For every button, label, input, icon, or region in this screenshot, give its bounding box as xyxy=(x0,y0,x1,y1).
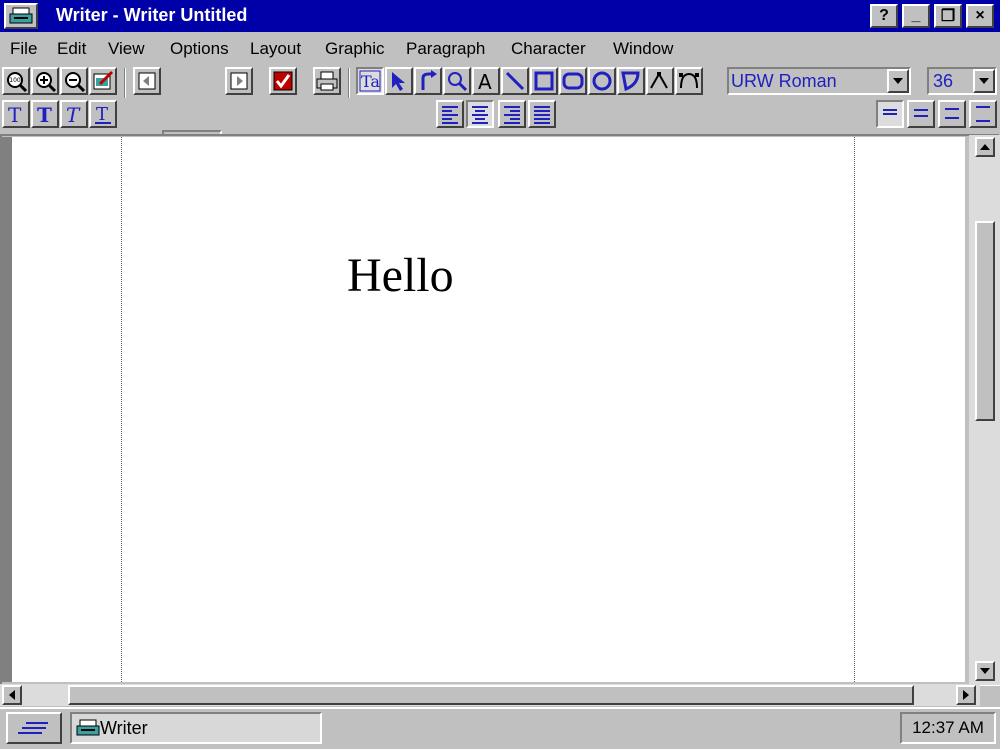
bold-icon[interactable]: T xyxy=(31,100,59,128)
line-spacing-double-icon[interactable] xyxy=(938,100,966,128)
justify-icon[interactable] xyxy=(528,100,556,128)
toolbar-separator xyxy=(348,68,350,98)
svg-text:T: T xyxy=(8,103,22,125)
font-size-dropdown[interactable]: 36 xyxy=(927,67,997,95)
rotate-icon[interactable] xyxy=(414,67,442,95)
text-tool-icon[interactable]: Ta xyxy=(356,67,384,95)
svg-text:T: T xyxy=(66,103,81,125)
line-tool-icon[interactable] xyxy=(501,67,529,95)
title-bar[interactable]: Writer - Writer Untitled ? _ ❐ × xyxy=(0,0,1000,32)
vertical-scroll-thumb[interactable] xyxy=(975,221,995,421)
help-button[interactable]: ? xyxy=(870,4,898,28)
taskbar-task-writer[interactable]: Writer xyxy=(70,712,322,744)
align-right-icon[interactable] xyxy=(498,100,526,128)
line-spacing-single-icon[interactable] xyxy=(876,100,904,128)
pointer-icon[interactable] xyxy=(385,67,413,95)
line-spacing-one-half-icon[interactable] xyxy=(907,100,935,128)
plain-text-icon[interactable]: T xyxy=(2,100,30,128)
zoom-100-icon[interactable]: 100 xyxy=(2,67,30,95)
print-icon[interactable] xyxy=(313,67,341,95)
vertical-scrollbar[interactable] xyxy=(969,135,1000,685)
line-spacing-triple-icon[interactable] xyxy=(969,100,997,128)
page-left-edge xyxy=(2,137,12,682)
close-button[interactable]: × xyxy=(966,4,994,28)
left-margin-guide xyxy=(121,137,122,682)
minimize-button[interactable]: _ xyxy=(902,4,930,28)
menu-layout[interactable]: Layout xyxy=(250,39,301,59)
align-center-icon[interactable] xyxy=(466,100,494,128)
app-menu-icon[interactable] xyxy=(4,3,38,29)
next-page-icon[interactable] xyxy=(225,67,253,95)
underline-icon[interactable]: T xyxy=(89,100,117,128)
document-page[interactable] xyxy=(12,137,965,682)
taskbar-task-label: Writer xyxy=(100,718,148,738)
bezier-tool-icon[interactable] xyxy=(675,67,703,95)
polyline-tool-icon[interactable] xyxy=(646,67,674,95)
main-toolbar: 100 1 Ta A xyxy=(0,64,1000,160)
start-button[interactable] xyxy=(6,712,62,744)
svg-text:A: A xyxy=(478,70,492,92)
previous-page-icon[interactable] xyxy=(133,67,161,95)
font-name-dropdown[interactable]: URW Roman xyxy=(727,67,911,95)
scroll-down-button[interactable] xyxy=(975,661,995,681)
horizontal-scroll-thumb[interactable] xyxy=(68,685,914,705)
zoom-out-icon[interactable] xyxy=(60,67,88,95)
taskbar-clock: 12:37 AM xyxy=(900,712,996,744)
menu-edit[interactable]: Edit xyxy=(57,39,86,59)
svg-text:T: T xyxy=(96,104,108,125)
chevron-down-icon[interactable] xyxy=(887,69,909,93)
font-name-value: URW Roman xyxy=(731,71,837,91)
menu-window[interactable]: Window xyxy=(613,39,673,59)
svg-text:T: T xyxy=(37,103,52,125)
svg-text:100: 100 xyxy=(9,77,21,84)
spell-check-icon[interactable] xyxy=(269,67,297,95)
text-frame-icon[interactable]: A xyxy=(472,67,500,95)
rounded-rectangle-tool-icon[interactable] xyxy=(559,67,587,95)
chevron-down-icon[interactable] xyxy=(973,69,995,93)
arc-tool-icon[interactable] xyxy=(617,67,645,95)
start-menu-icon xyxy=(18,722,48,734)
align-left-icon[interactable] xyxy=(436,100,464,128)
menu-character[interactable]: Character xyxy=(511,39,586,59)
format-toolbar: T T T T xyxy=(0,98,1000,132)
document-text[interactable]: Hello xyxy=(347,248,454,303)
svg-text:Ta: Ta xyxy=(361,72,380,91)
toolbar-separator xyxy=(124,68,126,98)
zoom-in-icon[interactable] xyxy=(31,67,59,95)
restore-button[interactable]: ❐ xyxy=(934,4,962,28)
scroll-left-button[interactable] xyxy=(2,685,22,705)
menu-file[interactable]: File xyxy=(10,39,37,59)
menu-options[interactable]: Options xyxy=(170,39,229,59)
edit-image-icon[interactable] xyxy=(89,67,117,95)
magnify-tool-icon[interactable] xyxy=(443,67,471,95)
italic-icon[interactable]: T xyxy=(60,100,88,128)
menu-graphic[interactable]: Graphic xyxy=(325,39,385,59)
scroll-up-button[interactable] xyxy=(975,137,995,157)
menu-paragraph[interactable]: Paragraph xyxy=(406,39,485,59)
right-margin-guide xyxy=(854,137,855,682)
menu-bar: File Edit View Options Layout Graphic Pa… xyxy=(0,33,1000,63)
window-title: Writer - Writer Untitled xyxy=(56,5,248,25)
ellipse-tool-icon[interactable] xyxy=(588,67,616,95)
scroll-right-button[interactable] xyxy=(956,685,976,705)
horizontal-scrollbar[interactable] xyxy=(0,684,980,706)
rectangle-tool-icon[interactable] xyxy=(530,67,558,95)
menu-view[interactable]: View xyxy=(108,39,145,59)
font-size-value: 36 xyxy=(933,71,954,91)
writer-app-icon xyxy=(76,719,100,736)
